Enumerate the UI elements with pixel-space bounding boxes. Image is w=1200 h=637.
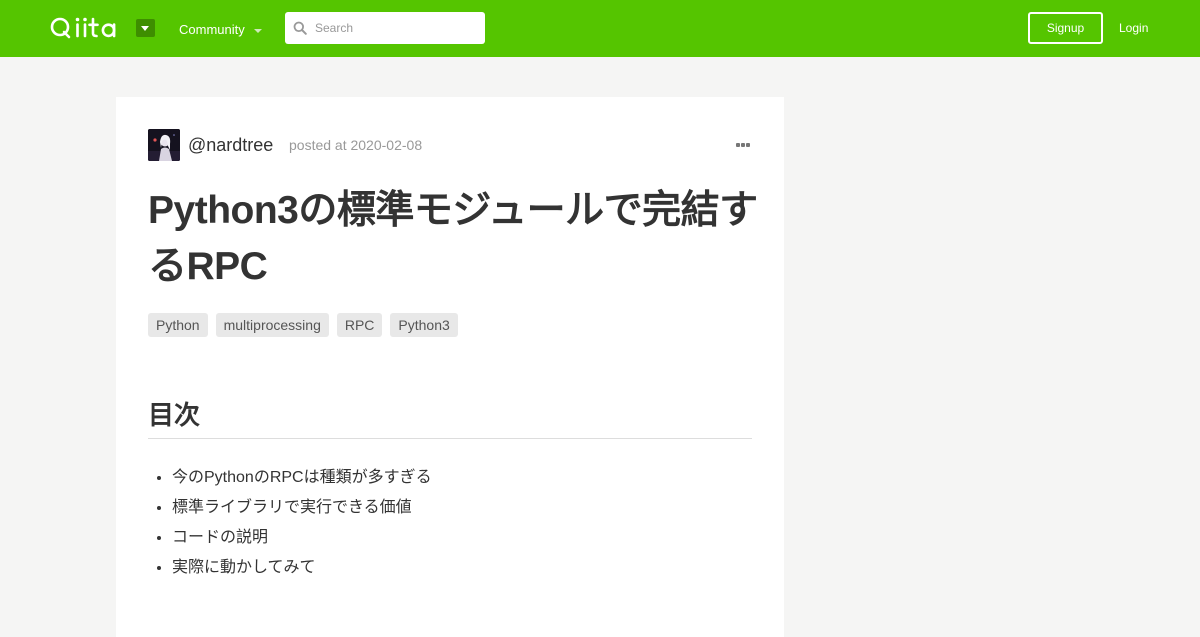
- search-input[interactable]: [315, 12, 480, 44]
- list-item: 今のPythonのRPCは種類が多すぎる: [172, 463, 432, 493]
- qiita-logo[interactable]: [50, 15, 126, 39]
- tag-python[interactable]: Python: [148, 313, 208, 337]
- search-icon: [293, 21, 307, 35]
- article-card: @nardtree posted at 2020-02-08 Python3の標…: [116, 97, 784, 637]
- toc-list: 今のPythonのRPCは種類が多すぎる 標準ライブラリで実行できる価値 コード…: [148, 463, 432, 583]
- more-icon[interactable]: [736, 141, 752, 149]
- article-title: Python3の標準モジュールで完結するRPC: [148, 189, 758, 288]
- community-menu[interactable]: Community: [179, 22, 262, 38]
- list-item: 標準ライブラリで実行できる価値: [172, 493, 432, 523]
- tag-multiprocessing[interactable]: multiprocessing: [215, 313, 329, 337]
- author-username[interactable]: @nardtree: [188, 135, 273, 155]
- list-item: コードの説明: [172, 523, 432, 553]
- list-item: 実際に動かしてみて: [172, 553, 432, 583]
- caret-down-icon: [253, 28, 262, 33]
- search-box[interactable]: [285, 12, 485, 44]
- posted-date: posted at 2020-02-08: [289, 137, 423, 153]
- tag-list: Python multiprocessing RPC Python3: [148, 313, 466, 337]
- toc-heading: 目次: [148, 397, 752, 439]
- avatar[interactable]: [148, 129, 180, 161]
- signup-button[interactable]: Signup: [1028, 12, 1103, 44]
- global-header: Community Signup Login: [0, 0, 1200, 57]
- community-label: Community: [179, 22, 245, 37]
- caret-down-icon: [141, 26, 149, 31]
- logo-dropdown-button[interactable]: [136, 19, 155, 37]
- tag-rpc[interactable]: RPC: [336, 313, 383, 337]
- tag-python3[interactable]: Python3: [390, 313, 458, 337]
- login-link[interactable]: Login: [1119, 20, 1148, 36]
